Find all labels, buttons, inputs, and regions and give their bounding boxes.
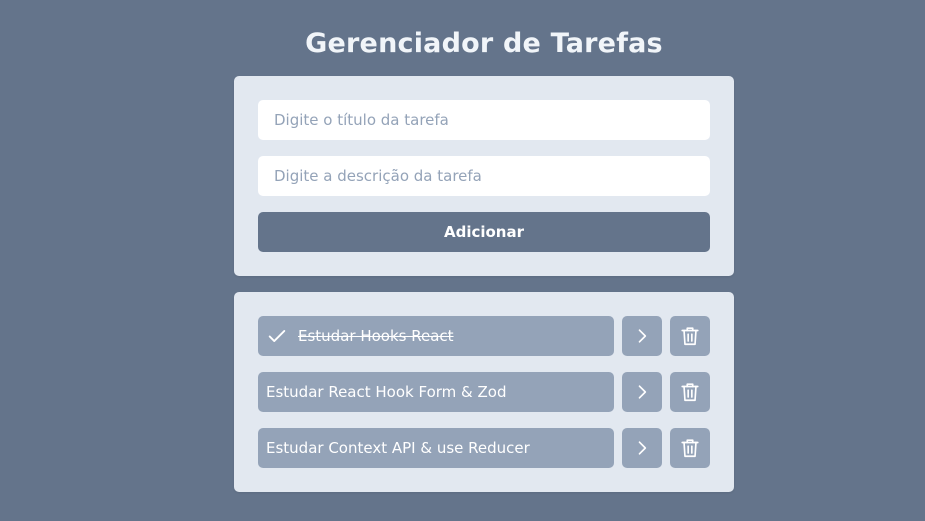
page-title: Gerenciador de Tarefas (305, 28, 663, 59)
add-task-form: Adicionar (234, 76, 734, 276)
chevron-right-icon (632, 326, 652, 346)
task-row: Estudar Hooks React (258, 316, 710, 356)
task-title-input[interactable] (258, 100, 710, 140)
add-task-button[interactable]: Adicionar (258, 212, 710, 252)
chevron-right-icon (632, 438, 652, 458)
trash-icon (679, 325, 701, 347)
task-details-button[interactable] (622, 316, 662, 356)
chevron-right-icon (632, 382, 652, 402)
task-delete-button[interactable] (670, 428, 710, 468)
task-row: Estudar Context API & use Reducer (258, 428, 710, 468)
task-details-button[interactable] (622, 428, 662, 468)
task-row: Estudar React Hook Form & Zod (258, 372, 710, 412)
task-title-button[interactable]: Estudar React Hook Form & Zod (258, 372, 614, 412)
task-title-button[interactable]: Estudar Hooks React (258, 316, 614, 356)
task-label: Estudar React Hook Form & Zod (266, 383, 507, 401)
check-icon (266, 324, 290, 348)
trash-icon (679, 381, 701, 403)
task-delete-button[interactable] (670, 316, 710, 356)
task-description-input[interactable] (258, 156, 710, 196)
task-title-button[interactable]: Estudar Context API & use Reducer (258, 428, 614, 468)
task-list: Estudar Hooks React Estudar React Hook F… (234, 292, 734, 492)
trash-icon (679, 437, 701, 459)
task-label: Estudar Context API & use Reducer (266, 439, 530, 457)
task-delete-button[interactable] (670, 372, 710, 412)
task-details-button[interactable] (622, 372, 662, 412)
task-manager-app: Gerenciador de Tarefas Adicionar Estudar… (234, 22, 734, 492)
task-label: Estudar Hooks React (298, 327, 454, 345)
